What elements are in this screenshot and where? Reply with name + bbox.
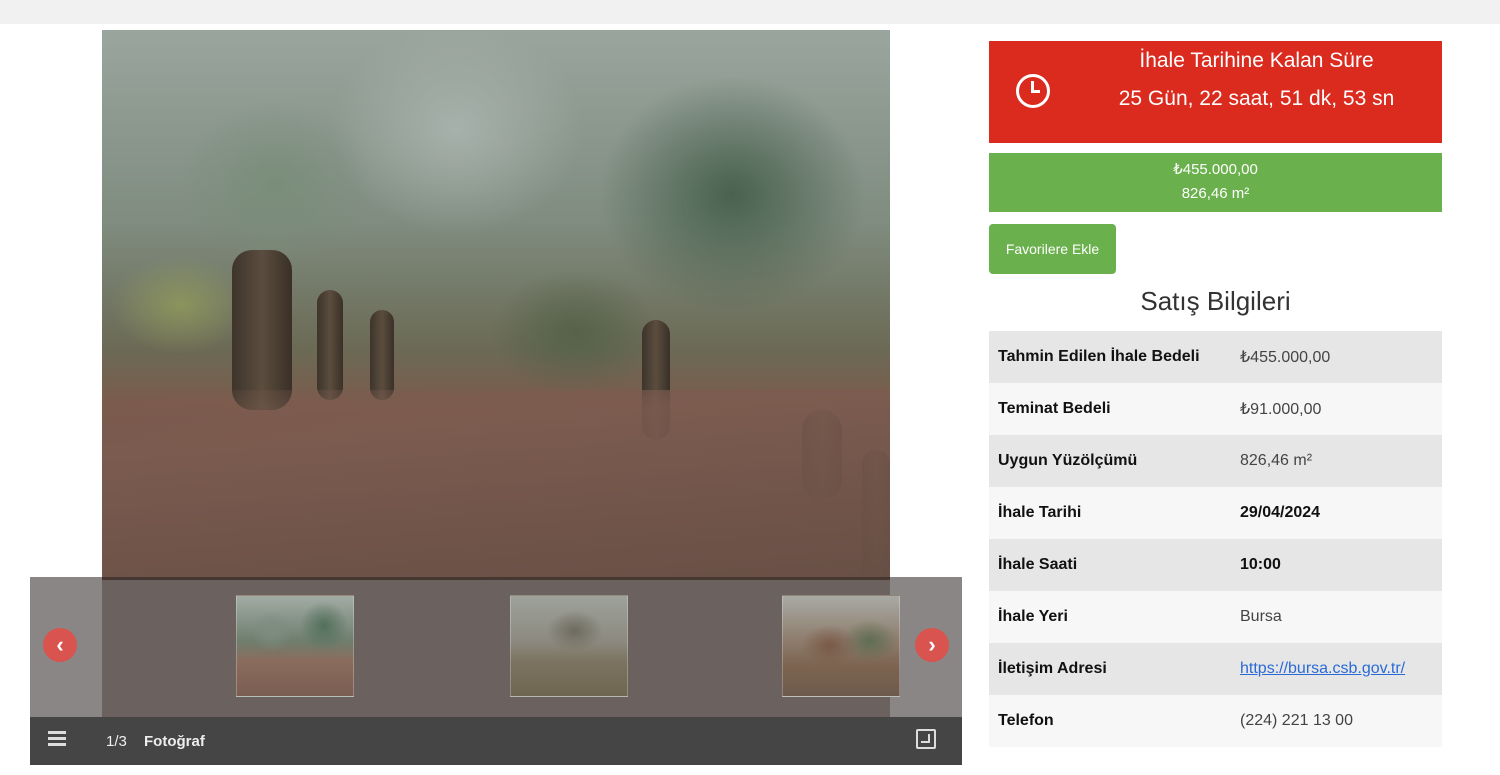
info-label: Uygun Yüzölçümü — [989, 435, 1232, 487]
info-label: Tahmin Edilen İhale Bedeli — [989, 331, 1232, 383]
thumbnail-1[interactable] — [236, 595, 354, 697]
price-box: ₺455.000,00 826,46 m² — [989, 153, 1442, 212]
sale-info-table: Tahmin Edilen İhale Bedeli ₺455.000,00 T… — [989, 331, 1442, 747]
info-value-link-cell: https://bursa.csb.gov.tr/ — [1232, 643, 1442, 695]
thumbnail-2[interactable] — [510, 595, 628, 697]
countdown-value: 25 Gün, 22 saat, 51 dk, 53 sn — [1118, 87, 1395, 110]
info-value: 29/04/2024 — [1232, 487, 1442, 539]
table-row: İletişim Adresi https://bursa.csb.gov.tr… — [989, 643, 1442, 695]
info-value: 826,46 m² — [1232, 435, 1442, 487]
chevron-left-icon[interactable]: ‹ — [43, 628, 77, 662]
info-label: İhale Yeri — [989, 591, 1232, 643]
photo-counter: 1/3 — [106, 733, 127, 750]
chevron-right-icon[interactable]: › — [915, 628, 949, 662]
info-label: Teminat Bedeli — [989, 383, 1232, 435]
info-value: Bursa — [1232, 591, 1442, 643]
clock-icon — [1016, 74, 1050, 108]
main-photo[interactable] — [102, 30, 890, 580]
table-row: Teminat Bedeli ₺91.000,00 — [989, 383, 1442, 435]
info-label: Telefon — [989, 695, 1232, 747]
thumbnail-strip — [30, 577, 962, 717]
contact-address-link[interactable]: https://bursa.csb.gov.tr/ — [1240, 660, 1405, 677]
table-row: Telefon (224) 221 13 00 — [989, 695, 1442, 747]
add-to-favorites-button[interactable]: Favorilere Ekle — [989, 224, 1116, 274]
ground — [102, 390, 890, 580]
info-label: İletişim Adresi — [989, 643, 1232, 695]
info-value: ₺455.000,00 — [1232, 331, 1442, 383]
table-row: Tahmin Edilen İhale Bedeli ₺455.000,00 — [989, 331, 1442, 383]
price-area: 826,46 m² — [1181, 185, 1250, 202]
table-row: İhale Tarihi 29/04/2024 — [989, 487, 1442, 539]
fullscreen-icon[interactable] — [916, 729, 936, 749]
tree-trunk — [317, 290, 343, 400]
gallery-toolbar: 1/3 Fotoğraf — [30, 717, 962, 765]
section-title: Satış Bilgileri — [1140, 286, 1291, 316]
tree-trunk — [232, 250, 292, 410]
thumbnail-strip-inner — [102, 577, 900, 717]
tree-trunk — [370, 310, 394, 400]
info-label: İhale Saati — [989, 539, 1232, 591]
list-icon[interactable] — [48, 731, 66, 749]
info-label: İhale Tarihi — [989, 487, 1232, 539]
table-row: İhale Saati 10:00 — [989, 539, 1442, 591]
countdown-title: İhale Tarihine Kalan Süre — [1139, 49, 1374, 72]
info-value: ₺91.000,00 — [1232, 383, 1442, 435]
info-value: (224) 221 13 00 — [1232, 695, 1442, 747]
top-bar — [0, 0, 1500, 24]
info-value: 10:00 — [1232, 539, 1442, 591]
table-row: Uygun Yüzölçümü 826,46 m² — [989, 435, 1442, 487]
table-row: İhale Yeri Bursa — [989, 591, 1442, 643]
photo-caption: Fotoğraf — [144, 733, 205, 750]
price-amount: ₺455.000,00 — [1173, 161, 1258, 178]
thumbnail-3[interactable] — [782, 595, 900, 697]
countdown-panel: İhale Tarihine Kalan Süre 25 Gün, 22 saa… — [989, 41, 1442, 143]
